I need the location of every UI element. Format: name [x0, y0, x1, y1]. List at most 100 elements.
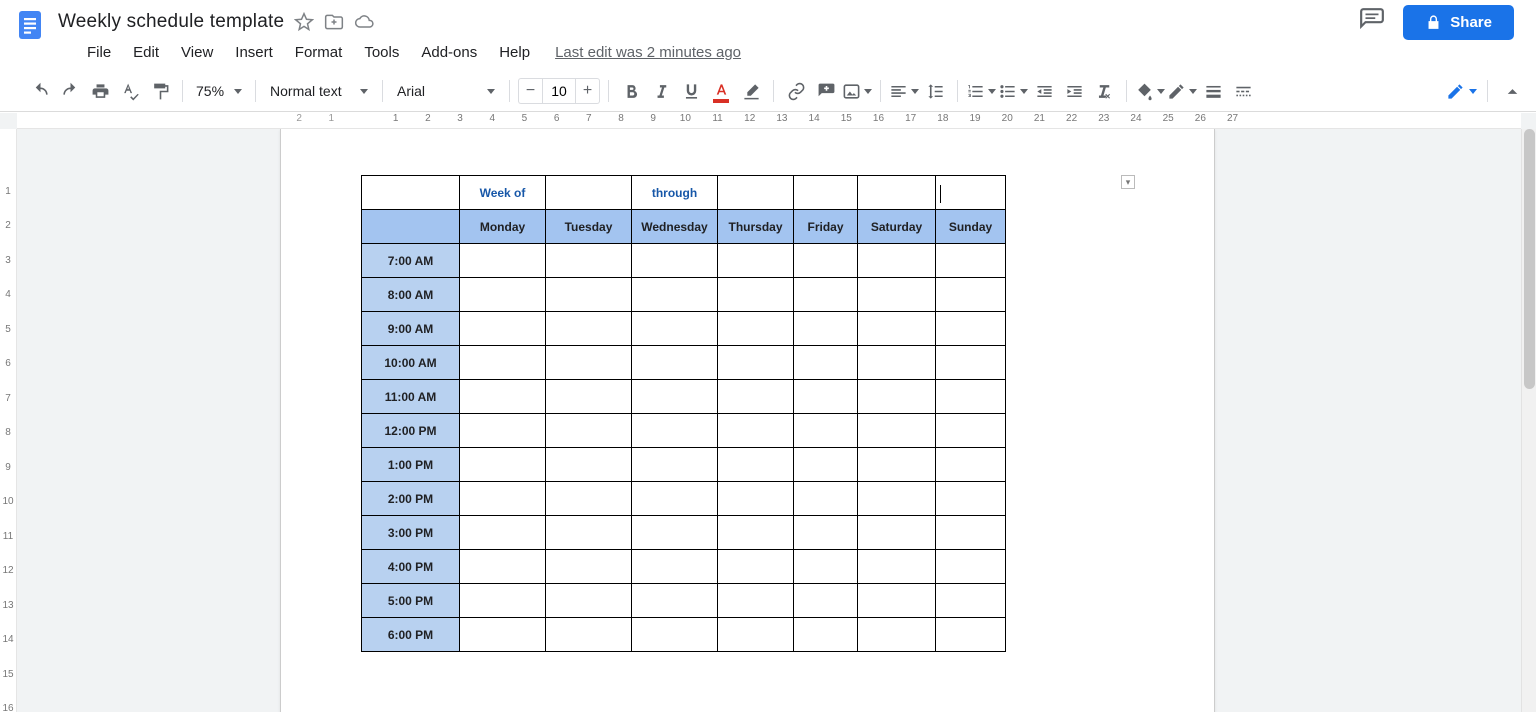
paint-format-button[interactable]	[146, 77, 174, 105]
schedule-cell[interactable]	[936, 482, 1006, 516]
schedule-cell[interactable]	[546, 550, 632, 584]
menu-file[interactable]: File	[76, 41, 122, 64]
editing-mode-button[interactable]	[1446, 77, 1477, 105]
schedule-cell[interactable]	[794, 482, 858, 516]
weekof-date-cell[interactable]	[546, 176, 632, 210]
schedule-cell[interactable]	[632, 244, 718, 278]
schedule-cell[interactable]	[632, 448, 718, 482]
table-options-button[interactable]: ▾	[1121, 175, 1135, 189]
line-spacing-button[interactable]	[921, 77, 949, 105]
time-cell[interactable]: 1:00 PM	[362, 448, 460, 482]
insert-link-button[interactable]	[782, 77, 810, 105]
table-row[interactable]: Monday Tuesday Wednesday Thursday Friday…	[362, 210, 1006, 244]
schedule-cell[interactable]	[460, 482, 546, 516]
schedule-cell[interactable]	[632, 312, 718, 346]
paragraph-style-select[interactable]: Normal text	[264, 83, 374, 99]
schedule-cell[interactable]	[546, 414, 632, 448]
insert-image-button[interactable]	[842, 77, 872, 105]
schedule-cell[interactable]	[718, 244, 794, 278]
weekof-label[interactable]: Week of	[460, 176, 546, 210]
border-color-button[interactable]	[1167, 77, 1197, 105]
schedule-cell[interactable]	[546, 244, 632, 278]
table-row[interactable]: 1:00 PM	[362, 448, 1006, 482]
schedule-cell[interactable]	[858, 244, 936, 278]
schedule-cell[interactable]	[936, 516, 1006, 550]
schedule-cell[interactable]	[936, 550, 1006, 584]
time-cell[interactable]: 9:00 AM	[362, 312, 460, 346]
schedule-cell[interactable]	[858, 550, 936, 584]
time-cell[interactable]: 3:00 PM	[362, 516, 460, 550]
zoom-select[interactable]: 75%	[191, 83, 247, 99]
move-icon[interactable]	[324, 12, 344, 32]
schedule-cell[interactable]	[546, 448, 632, 482]
schedule-cell[interactable]	[858, 414, 936, 448]
schedule-cell[interactable]	[546, 516, 632, 550]
font-size-decrease[interactable]: −	[518, 78, 542, 104]
menu-addons[interactable]: Add-ons	[410, 41, 488, 64]
day-header[interactable]: Tuesday	[546, 210, 632, 244]
schedule-cell[interactable]	[936, 244, 1006, 278]
schedule-cell[interactable]	[794, 448, 858, 482]
menu-insert[interactable]: Insert	[224, 41, 284, 64]
schedule-cell[interactable]	[794, 516, 858, 550]
bulleted-list-button[interactable]	[998, 77, 1028, 105]
time-cell[interactable]: 2:00 PM	[362, 482, 460, 516]
schedule-cell[interactable]	[936, 448, 1006, 482]
schedule-cell[interactable]	[632, 278, 718, 312]
schedule-cell[interactable]	[632, 550, 718, 584]
share-button[interactable]: Share	[1403, 5, 1514, 40]
schedule-cell[interactable]	[460, 550, 546, 584]
schedule-cell[interactable]	[632, 482, 718, 516]
cell-fill-button[interactable]	[1135, 77, 1165, 105]
schedule-cell[interactable]	[546, 312, 632, 346]
text-color-button[interactable]	[707, 77, 735, 105]
schedule-cell[interactable]	[546, 380, 632, 414]
table-row[interactable]: 12:00 PM	[362, 414, 1006, 448]
schedule-table[interactable]: Week of through Monday Tuesday	[361, 175, 1006, 652]
schedule-cell[interactable]	[460, 244, 546, 278]
table-row[interactable]: 6:00 PM	[362, 618, 1006, 652]
schedule-cell[interactable]	[794, 550, 858, 584]
schedule-cell[interactable]	[460, 414, 546, 448]
schedule-cell[interactable]	[858, 618, 936, 652]
schedule-cell[interactable]	[546, 346, 632, 380]
increase-indent-button[interactable]	[1060, 77, 1088, 105]
schedule-cell[interactable]	[794, 584, 858, 618]
time-cell[interactable]: 11:00 AM	[362, 380, 460, 414]
numbered-list-button[interactable]	[966, 77, 996, 105]
schedule-cell[interactable]	[632, 346, 718, 380]
schedule-cell[interactable]	[858, 380, 936, 414]
docs-logo[interactable]	[10, 0, 50, 50]
table-row[interactable]: 8:00 AM	[362, 278, 1006, 312]
schedule-cell[interactable]	[718, 414, 794, 448]
menu-format[interactable]: Format	[284, 41, 354, 64]
underline-button[interactable]	[677, 77, 705, 105]
menu-view[interactable]: View	[170, 41, 224, 64]
print-button[interactable]	[86, 77, 114, 105]
schedule-cell[interactable]	[718, 516, 794, 550]
schedule-cell[interactable]	[858, 516, 936, 550]
menu-edit[interactable]: Edit	[122, 41, 170, 64]
table-row[interactable]: 2:00 PM	[362, 482, 1006, 516]
schedule-cell[interactable]	[718, 550, 794, 584]
schedule-cell[interactable]	[632, 618, 718, 652]
undo-button[interactable]	[26, 77, 54, 105]
schedule-cell[interactable]	[936, 414, 1006, 448]
schedule-cell[interactable]	[718, 380, 794, 414]
vertical-scrollbar[interactable]	[1521, 129, 1536, 712]
schedule-cell[interactable]	[794, 618, 858, 652]
schedule-cell[interactable]	[460, 346, 546, 380]
schedule-cell[interactable]	[858, 482, 936, 516]
font-family-select[interactable]: Arial	[391, 83, 501, 99]
time-cell[interactable]: 8:00 AM	[362, 278, 460, 312]
collapse-toolbar-button[interactable]	[1498, 77, 1526, 105]
cloud-saved-icon[interactable]	[354, 12, 374, 32]
border-width-button[interactable]	[1199, 77, 1227, 105]
day-header[interactable]: Monday	[460, 210, 546, 244]
schedule-cell[interactable]	[936, 312, 1006, 346]
schedule-cell[interactable]	[794, 346, 858, 380]
schedule-cell[interactable]	[546, 482, 632, 516]
table-row[interactable]: 5:00 PM	[362, 584, 1006, 618]
align-button[interactable]	[889, 77, 919, 105]
decrease-indent-button[interactable]	[1030, 77, 1058, 105]
